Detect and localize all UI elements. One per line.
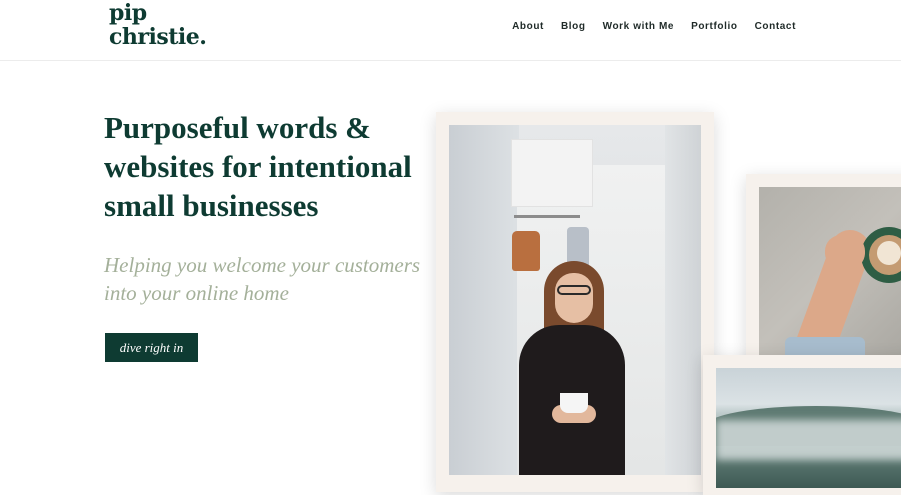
nav-link-contact[interactable]: Contact	[755, 20, 796, 34]
photo-woman-face	[555, 273, 593, 323]
portrait-photo-frame	[436, 112, 714, 492]
photo-mist	[716, 420, 901, 460]
photo-wall-left	[449, 125, 519, 475]
nav-link-portfolio[interactable]: Portfolio	[691, 20, 738, 34]
photo-coffee-cup	[560, 393, 588, 413]
hero-headline: Purposeful words & websites for intentio…	[104, 110, 412, 223]
coffee-photo-frame	[746, 174, 901, 369]
main-nav: About Blog Work with Me Portfolio Contac…	[512, 20, 796, 34]
photo-wall-right	[665, 125, 701, 475]
photo-cabinet	[511, 139, 593, 207]
photo-sleeve	[785, 337, 865, 357]
photo-hand	[825, 235, 865, 269]
logo-line-pip: pip	[109, 0, 147, 26]
photo-woman-glasses	[557, 285, 591, 295]
photo-coat-hooks	[514, 215, 580, 218]
photo-hanging-bag	[512, 231, 540, 271]
nav-link-about[interactable]: About	[512, 20, 544, 34]
portrait-photo	[449, 125, 701, 475]
nav-link-work-with-me[interactable]: Work with Me	[603, 20, 674, 34]
landscape-photo-frame	[703, 355, 901, 495]
coffee-photo	[759, 187, 901, 357]
photo-latte-foam	[877, 241, 901, 265]
dive-right-in-button[interactable]: dive right in	[105, 333, 198, 362]
site-logo[interactable]: pip christie.	[109, 0, 207, 50]
nav-link-blog[interactable]: Blog	[561, 20, 586, 34]
hero-subheadline: Helping you welcome your customers into …	[104, 253, 421, 305]
site-header: pip christie. About Blog Work with Me Po…	[0, 0, 901, 61]
logo-line-christie: christie.	[109, 24, 207, 50]
photo-latte-cup	[861, 227, 901, 283]
landscape-photo	[716, 368, 901, 488]
